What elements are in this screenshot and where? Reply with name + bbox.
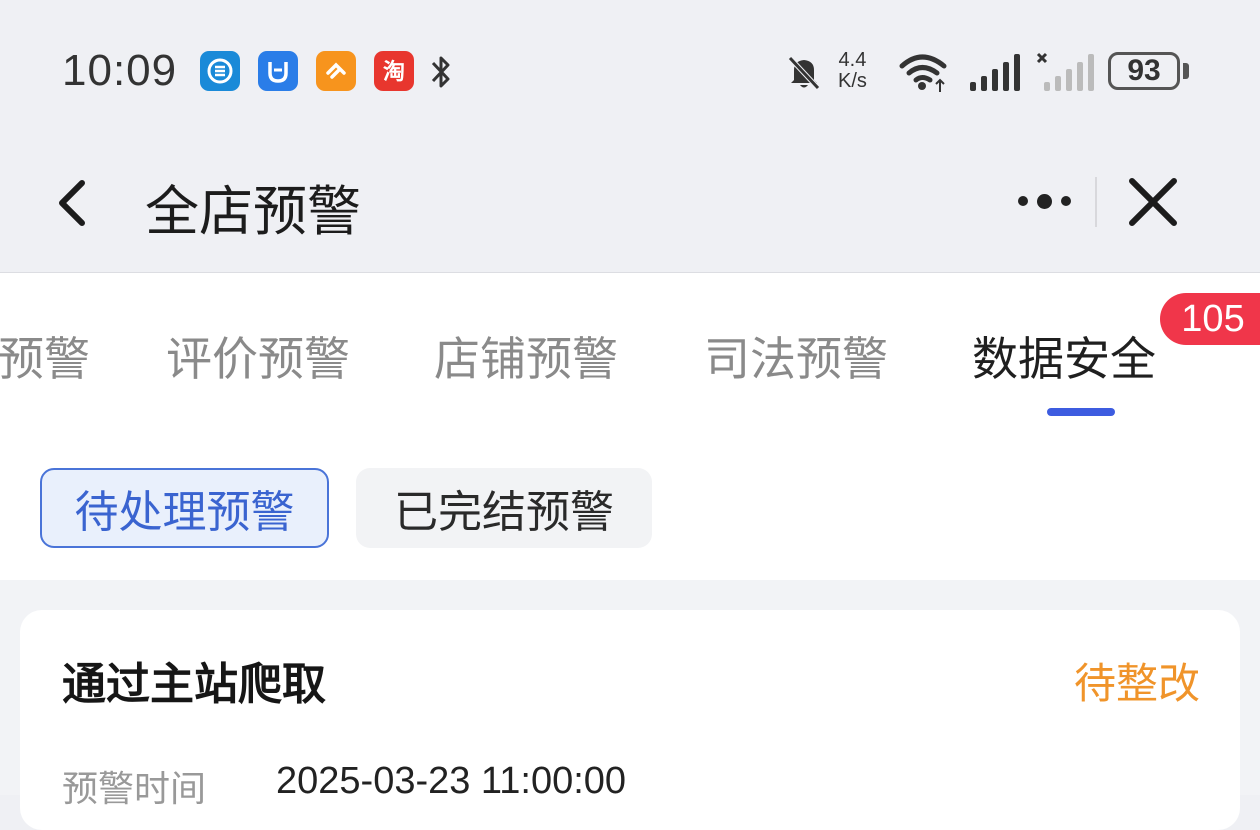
navigation-bar: 全店预警 [0,145,1260,273]
tab-shop-warning[interactable]: 店铺预警 [434,323,618,389]
heart-app-icon [316,51,356,91]
taobao-app-icon: 淘 [374,51,414,91]
list-app-icon [200,51,240,91]
tab-data-security[interactable]: 数据安全 [972,323,1156,389]
completed-warnings-filter[interactable]: 已完结预警 [356,468,652,548]
ox-app-icon [258,51,298,91]
card-title: 通过主站爬取 [62,659,326,710]
page-title: 全店预警 [145,180,361,243]
tab-judicial-warning[interactable]: 司法预警 [704,323,888,389]
status-badge: 待整改 [1073,659,1200,708]
battery-tip [1183,63,1189,79]
active-tab-indicator [1047,408,1115,416]
dot-icon [1036,193,1052,209]
dot-icon [1017,196,1028,206]
tab-truncated-warning[interactable]: 预警 [0,323,90,389]
warning-card[interactable]: 通过主站爬取 待整改 预警时间 2025-03-23 11:00:00 [20,610,1240,830]
back-button[interactable] [48,175,98,231]
mute-bell-icon [788,56,820,90]
no-signal-icon [1036,52,1094,91]
warning-time-label: 预警时间 [62,769,207,810]
tab-review-warning[interactable]: 评价预警 [166,323,350,389]
svg-text:淘: 淘 [383,59,405,85]
wifi-icon [899,54,947,92]
close-button[interactable] [1124,173,1182,231]
status-time: 10:09 [62,46,178,95]
count-badge: 105 [1160,293,1260,345]
battery-level: 93 [1127,54,1161,87]
pending-warnings-filter[interactable]: 待处理预警 [40,468,329,548]
signal-icon [970,54,1020,91]
network-speed-unit: K/s [838,70,867,92]
nav-divider [1095,177,1097,227]
warning-time-value: 2025-03-23 11:00:00 [276,760,627,802]
network-speed-value: 4.4 [838,49,867,71]
more-options-button[interactable] [1008,177,1080,225]
network-speed: 4.4 K/s [838,50,867,92]
status-bar: 10:09 淘 4.4 K/s 93 [0,0,1260,145]
dot-icon [1060,196,1071,206]
battery-indicator: 93 [1108,52,1180,90]
bluetooth-icon [431,56,450,88]
